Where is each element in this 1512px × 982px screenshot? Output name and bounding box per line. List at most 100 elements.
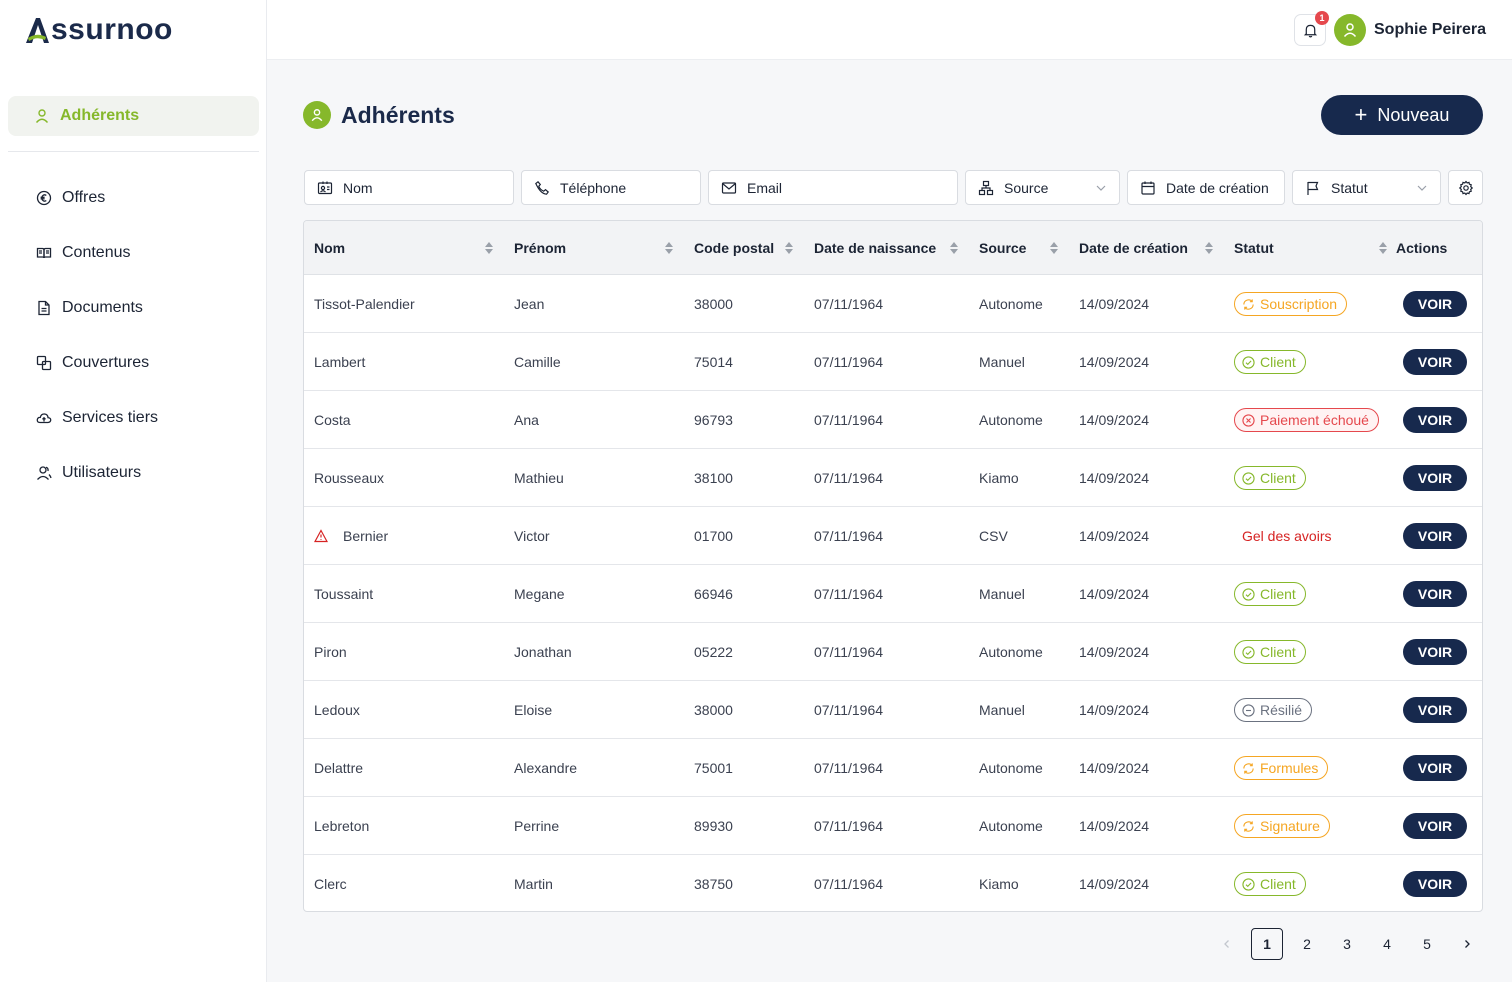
cell-date-creation: 14/09/2024 [1079, 528, 1150, 544]
table-settings-button[interactable] [1448, 170, 1483, 205]
column-header-prenom[interactable]: Prénom [514, 221, 566, 275]
sync-icon [1243, 762, 1254, 774]
sidebar-item-couvertures[interactable]: Couvertures [36, 335, 158, 390]
chevron-down-icon [1096, 185, 1106, 191]
cell-statut: Résilié [1234, 681, 1313, 739]
sort-icon[interactable] [665, 242, 673, 254]
cell-prenom: Martin [514, 876, 553, 892]
column-header-source[interactable]: Source [979, 221, 1026, 275]
pagination-page-1[interactable]: 1 [1251, 928, 1283, 960]
cell-prenom: Ana [514, 412, 539, 428]
sidebar-item-services-tiers[interactable]: Services tiers [36, 390, 158, 445]
sort-icon[interactable] [785, 242, 793, 254]
table-row: Ledoux Eloise 38000 07/11/1964 Manuel 14/09/2… [304, 681, 1482, 739]
voir-button[interactable]: VOIR [1403, 349, 1467, 375]
cell-actions: VOIR [1403, 333, 1467, 391]
sidebar-item-label: Documents [62, 298, 143, 316]
logo[interactable]: ssurnoo [24, 14, 173, 46]
sidebar-item-label: Contenus [62, 243, 131, 261]
cell-date-naissance: 07/11/1964 [814, 702, 884, 718]
sort-icon[interactable] [485, 242, 493, 254]
cell-statut: Client [1234, 855, 1306, 911]
new-adherent-button[interactable]: + Nouveau [1321, 95, 1483, 135]
filter-telephone[interactable]: Téléphone [521, 170, 701, 205]
filter-telephone-label: Téléphone [560, 179, 627, 196]
adherents-table: Nom Prénom Code postal Date de naissance… [303, 220, 1483, 912]
sort-icon[interactable] [950, 242, 958, 254]
filter-statut-select[interactable]: Statut [1292, 170, 1441, 205]
status-badge-label: Client [1260, 354, 1296, 370]
cell-code-postal: 05222 [694, 644, 733, 660]
cell-date-naissance: 07/11/1964 [814, 876, 884, 892]
check-circle-icon [1242, 877, 1255, 891]
pagination-page-4[interactable]: 4 [1371, 928, 1403, 960]
voir-button[interactable]: VOIR [1403, 755, 1467, 781]
voir-button[interactable]: VOIR [1403, 697, 1467, 723]
calendar-icon [1141, 181, 1155, 195]
user-icon [35, 109, 49, 123]
pagination-page-3[interactable]: 3 [1331, 928, 1363, 960]
column-header-date-creation[interactable]: Date de création [1079, 221, 1188, 275]
sort-icon[interactable] [1050, 242, 1058, 254]
sidebar-item-contenus[interactable]: Contenus [36, 225, 158, 280]
bell-icon [1303, 24, 1317, 37]
sort-icon[interactable] [1379, 242, 1387, 254]
pagination-page-2[interactable]: 2 [1291, 928, 1323, 960]
cell-source: Autonome [979, 760, 1043, 776]
chevron-left-icon [1224, 940, 1229, 948]
cell-nom: Delattre [314, 760, 364, 776]
cell-date-creation: 14/09/2024 [1079, 470, 1150, 486]
sidebar-item-adherents[interactable]: Adhérents [8, 96, 259, 136]
pagination-prev-button[interactable] [1211, 928, 1243, 960]
filter-email[interactable]: Email [708, 170, 958, 205]
cell-date-naissance: 07/11/1964 [814, 470, 884, 486]
cell-statut: Souscription [1234, 275, 1348, 333]
column-header-statut[interactable]: Statut [1234, 221, 1274, 275]
status-badge-label: Client [1260, 470, 1296, 486]
voir-button[interactable]: VOIR [1403, 813, 1467, 839]
voir-button[interactable]: VOIR [1403, 871, 1467, 897]
cell-statut: Client [1234, 333, 1306, 391]
cell-code-postal: 38000 [694, 702, 733, 718]
sidebar-item-utilisateurs[interactable]: Utilisateurs [36, 445, 158, 500]
layers-icon [36, 355, 52, 370]
cell-actions: VOIR [1403, 565, 1467, 623]
table-row: Bernier Victor 01700 07/11/1964 CSV 14/09/202… [304, 507, 1482, 565]
voir-button[interactable]: VOIR [1403, 639, 1467, 665]
document-icon [38, 300, 50, 315]
voir-button[interactable]: VOIR [1403, 407, 1467, 433]
voir-button[interactable]: VOIR [1403, 465, 1467, 491]
cell-date-creation: 14/09/2024 [1079, 702, 1150, 718]
sidebar-item-offres[interactable]: Offres [36, 170, 158, 225]
cell-actions: VOIR [1403, 681, 1467, 739]
cell-prenom: Megane [514, 586, 565, 602]
cell-source: Autonome [979, 644, 1043, 660]
voir-button[interactable]: VOIR [1403, 523, 1467, 549]
cell-actions: VOIR [1403, 275, 1467, 333]
cell-date-creation: 14/09/2024 [1079, 760, 1150, 776]
voir-button[interactable]: VOIR [1403, 291, 1467, 317]
cell-statut: Formules [1234, 739, 1329, 797]
cell-prenom: Eloise [514, 702, 553, 718]
status-badge-label: Formules [1260, 760, 1319, 776]
column-header-code-postal[interactable]: Code postal [694, 221, 774, 275]
filter-source-select[interactable]: Source [965, 170, 1120, 205]
column-header-nom[interactable]: Nom [314, 221, 345, 275]
status-badge: Client [1234, 640, 1306, 664]
pagination-next-button[interactable] [1451, 928, 1483, 960]
sort-icon[interactable] [1205, 242, 1213, 254]
filter-date-creation[interactable]: Date de création [1127, 170, 1285, 205]
voir-button[interactable]: VOIR [1403, 581, 1467, 607]
hierarchy-icon [978, 180, 994, 195]
filter-nom[interactable]: Nom [304, 170, 514, 205]
cell-code-postal: 89930 [694, 818, 733, 834]
column-header-date-naissance[interactable]: Date de naissance [814, 221, 936, 275]
flag-icon [1307, 181, 1319, 195]
pagination-page-5[interactable]: 5 [1411, 928, 1443, 960]
cell-source: Autonome [979, 818, 1043, 834]
sidebar-item-documents[interactable]: Documents [36, 280, 158, 335]
notifications-button[interactable]: 1 [1294, 11, 1329, 46]
cell-actions: VOIR [1403, 391, 1467, 449]
cell-source: Manuel [979, 586, 1025, 602]
user-menu[interactable]: Sophie Peirera [1334, 14, 1486, 46]
